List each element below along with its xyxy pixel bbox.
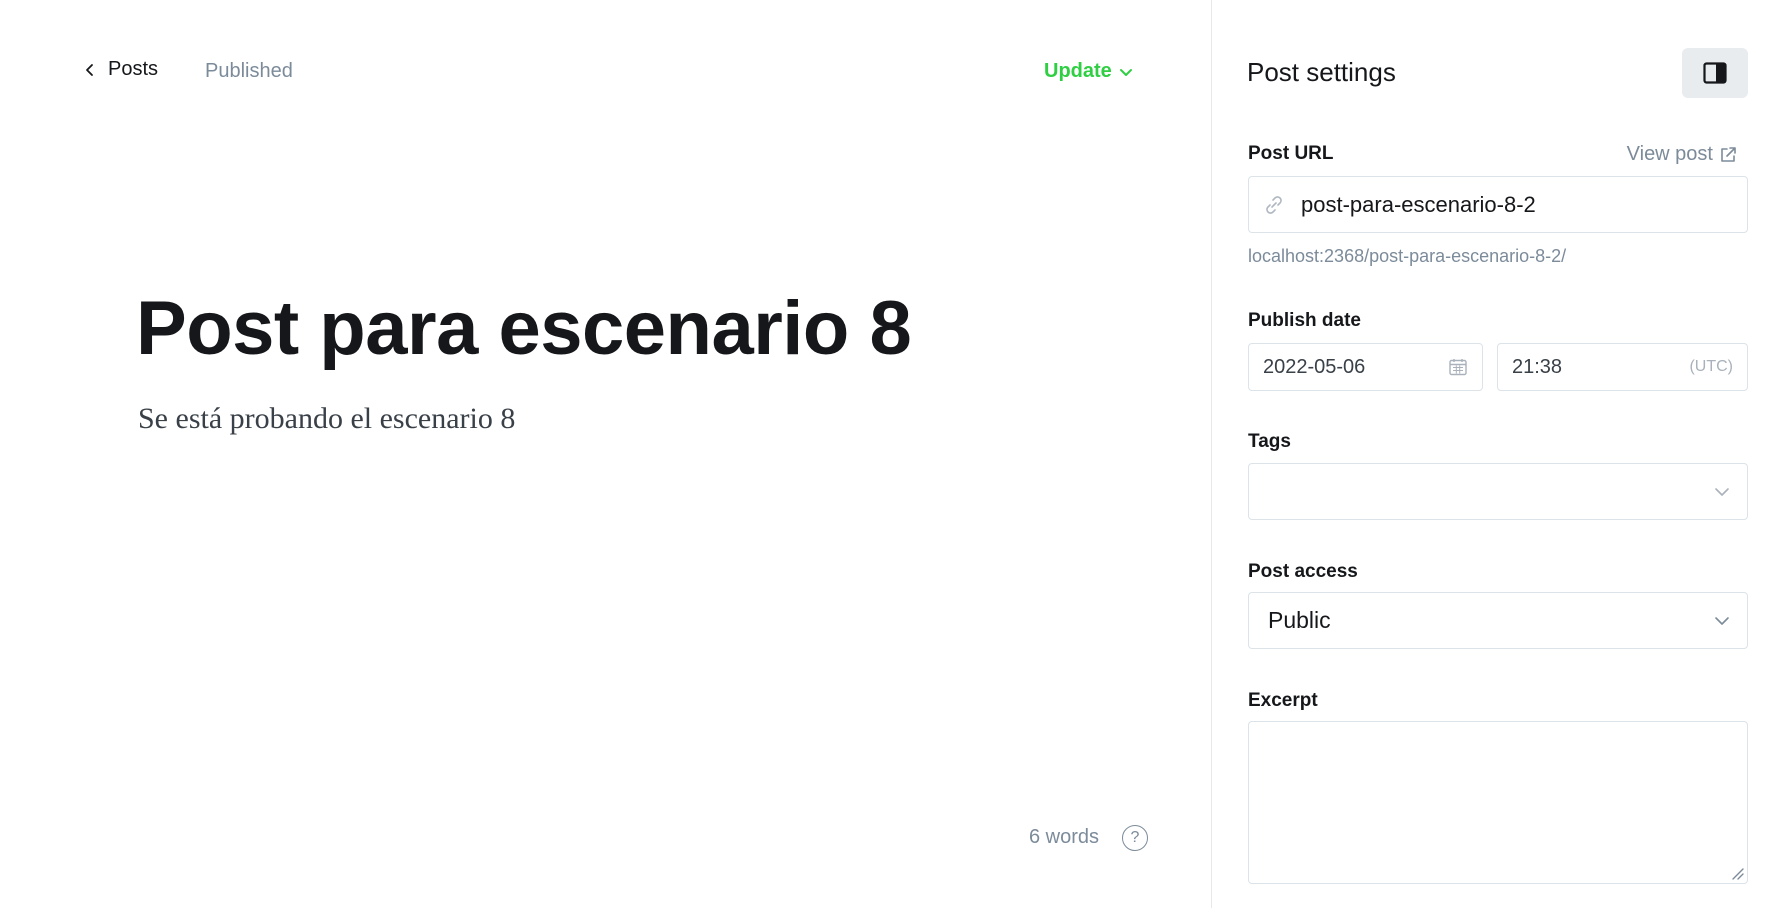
update-button[interactable]: Update xyxy=(1044,60,1134,83)
question-circle-icon: ? xyxy=(1130,829,1140,846)
chevron-down-icon xyxy=(1119,68,1132,76)
post-body[interactable]: Se está probando el escenario 8 xyxy=(138,402,515,436)
view-post-link[interactable]: View post xyxy=(1627,143,1737,166)
post-url-preview: localhost:2368/post-para-escenario-8-2/ xyxy=(1248,246,1567,266)
update-button-label: Update xyxy=(1044,60,1112,82)
post-url-label: Post URL xyxy=(1248,143,1334,164)
tags-input[interactable] xyxy=(1248,463,1748,520)
publish-date-value: 2022-05-06 xyxy=(1263,355,1366,378)
word-count: 6 words xyxy=(1029,826,1100,848)
timezone-label: (UTC) xyxy=(1689,358,1733,375)
chevron-down-icon xyxy=(1715,487,1729,496)
post-url-value: post-para-escenario-8-2 xyxy=(1301,191,1536,217)
post-access-label: Post access xyxy=(1248,561,1358,582)
editor-pane: Posts Published Update Post para escenar… xyxy=(0,0,1211,908)
editor-topbar: Posts Published Update xyxy=(0,0,1211,146)
settings-title: Post settings xyxy=(1247,57,1396,87)
help-button[interactable]: ? xyxy=(1122,825,1148,851)
back-to-posts-link[interactable]: Posts xyxy=(82,58,158,81)
publish-time-input[interactable]: 21:38 (UTC) xyxy=(1497,343,1748,391)
tags-label: Tags xyxy=(1248,431,1291,452)
resize-grip-icon[interactable] xyxy=(1730,866,1744,880)
sidebar-panel-icon xyxy=(1703,62,1727,84)
link-icon xyxy=(1266,195,1282,214)
publish-time-value: 21:38 xyxy=(1512,355,1563,378)
panel-toggle-button[interactable] xyxy=(1682,48,1748,98)
post-settings-panel: Post settings Post URL View post post-pa… xyxy=(1211,0,1779,908)
post-status: Published xyxy=(205,60,293,82)
post-title[interactable]: Post para escenario 8 xyxy=(136,285,912,372)
publish-date-input[interactable]: 2022-05-06 xyxy=(1248,343,1483,391)
calendar-icon[interactable] xyxy=(1448,357,1468,377)
chevron-left-icon xyxy=(86,63,93,76)
excerpt-textarea[interactable] xyxy=(1261,734,1735,871)
publish-date-label: Publish date xyxy=(1248,310,1361,331)
post-access-value: Public xyxy=(1268,607,1331,633)
excerpt-field[interactable] xyxy=(1248,721,1748,884)
post-access-select[interactable]: Public xyxy=(1248,592,1748,649)
post-url-input[interactable]: post-para-escenario-8-2 xyxy=(1248,176,1748,233)
back-link-label: Posts xyxy=(108,58,159,80)
view-post-label: View post xyxy=(1626,143,1713,165)
chevron-down-icon xyxy=(1715,616,1729,625)
external-link-icon xyxy=(1721,146,1736,162)
excerpt-label: Excerpt xyxy=(1248,690,1318,711)
